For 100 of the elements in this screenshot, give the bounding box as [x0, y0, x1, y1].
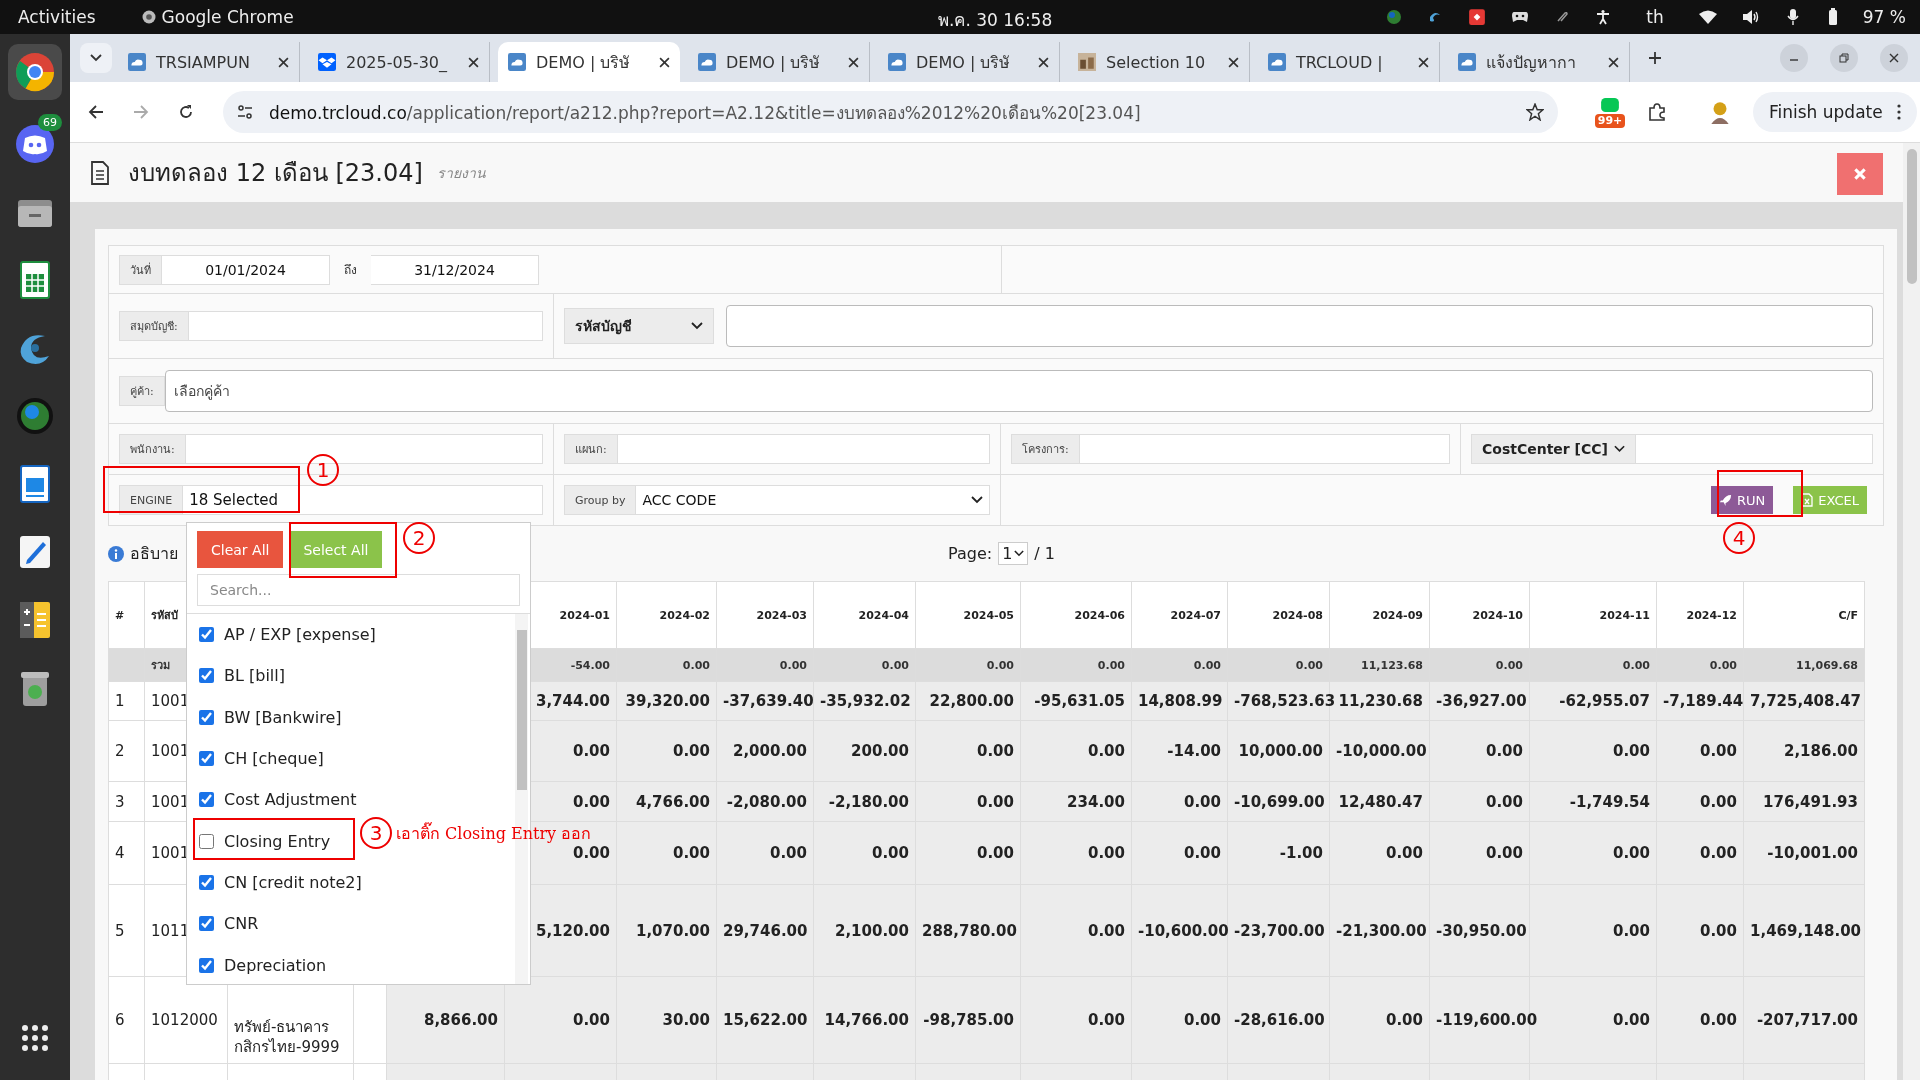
- table-cell: 0.00: [1613, 742, 1650, 760]
- table-cell: 0.00: [1184, 792, 1221, 811]
- engine-select[interactable]: 18 Selected: [183, 485, 543, 515]
- option-label[interactable]: Cost Adjustment: [224, 790, 357, 810]
- browser-tab[interactable]: แจ้งปัญหากา: [1448, 42, 1630, 82]
- browser-tab[interactable]: DEMO | บริษั: [878, 42, 1060, 82]
- option-label[interactable]: CNR: [224, 914, 259, 934]
- checkbox[interactable]: [199, 957, 214, 973]
- browser-tab[interactable]: TRCLOUD |: [1258, 42, 1440, 82]
- run-button[interactable]: RUN: [1711, 486, 1774, 514]
- option-label[interactable]: Closing Entry: [224, 831, 331, 851]
- restore-button[interactable]: [1830, 44, 1858, 72]
- close-icon[interactable]: [1608, 56, 1619, 68]
- cost-center-select[interactable]: CostCenter [CC]: [1471, 434, 1636, 464]
- battery-level[interactable]: 97 %: [1862, 7, 1906, 27]
- table-cell: 1011: [151, 921, 190, 940]
- app-icon[interactable]: [1468, 8, 1487, 26]
- chat-app-icon[interactable]: [15, 124, 55, 164]
- bookmark-star-icon[interactable]: [1526, 103, 1544, 121]
- table-cell: -95,631.05: [1034, 692, 1125, 710]
- close-icon[interactable]: [1418, 56, 1429, 68]
- legend-link[interactable]: อธิบาย: [130, 541, 178, 566]
- wifi-icon[interactable]: [1698, 10, 1717, 24]
- volume-icon[interactable]: [1741, 9, 1760, 25]
- table-cell: 0.00: [986, 658, 1014, 672]
- table-cell: 39,320.00: [625, 692, 710, 710]
- option-label[interactable]: BL [bill]: [224, 666, 285, 686]
- browser-tab[interactable]: TRSIAMPUN: [118, 42, 300, 82]
- more-icon[interactable]: [1896, 104, 1901, 120]
- account-field[interactable]: [726, 305, 1873, 347]
- cloud-icon: [128, 53, 146, 71]
- group-by-select[interactable]: ACC CODE: [636, 485, 990, 515]
- tab-search-button[interactable]: [80, 43, 112, 73]
- date-field[interactable]: 01/01/2024: [162, 254, 330, 285]
- close-button[interactable]: [1880, 44, 1908, 72]
- clock[interactable]: พ.ค. 30 16:58: [938, 6, 1053, 33]
- option-label[interactable]: CN [credit note2]: [224, 872, 362, 892]
- finish-update-button[interactable]: Finish update: [1753, 92, 1917, 132]
- gamepad-icon[interactable]: [1511, 10, 1530, 24]
- site-settings-icon[interactable]: [237, 104, 253, 120]
- department-field[interactable]: [617, 434, 990, 464]
- close-button[interactable]: [1837, 153, 1883, 195]
- table-cell: -7,189.44: [1663, 692, 1744, 710]
- address-bar[interactable]: demo.trcloud.co/application/report/a212.php?report=A2.12&title=งบทดลอง%2012%20เดือน%20[23.04]: [223, 91, 1558, 133]
- option-label[interactable]: CH [cheque]: [224, 749, 324, 769]
- globe-icon[interactable]: [1386, 9, 1403, 25]
- column-header: C/F: [1838, 608, 1858, 622]
- page-select[interactable]: 1: [998, 542, 1029, 565]
- checkbox[interactable]: [199, 751, 214, 767]
- close-icon[interactable]: [1228, 56, 1239, 68]
- close-icon[interactable]: [848, 56, 859, 68]
- checkbox[interactable]: [199, 792, 214, 808]
- project-field[interactable]: [1079, 434, 1450, 464]
- page-label: Page:: [948, 544, 993, 563]
- browser-tab[interactable]: Selection 10: [1068, 42, 1250, 82]
- ledger-field[interactable]: [188, 311, 543, 341]
- partner-field[interactable]: เลือกคู่ค้า: [164, 370, 1873, 412]
- date-field[interactable]: 31/12/2024: [371, 254, 539, 285]
- close-icon[interactable]: [468, 56, 479, 68]
- table-cell: 0.00: [1486, 742, 1523, 760]
- option-label[interactable]: AP / EXP [expense]: [224, 625, 376, 645]
- close-icon[interactable]: [659, 56, 670, 68]
- table-cell: -54.00: [570, 658, 610, 672]
- accessibility-icon[interactable]: [1595, 9, 1612, 25]
- column-header: 2024-08: [1272, 608, 1323, 622]
- checkbox[interactable]: [199, 627, 214, 643]
- battery-icon[interactable]: [1827, 8, 1838, 26]
- browser-tab[interactable]: DEMO | บริษั: [498, 42, 680, 82]
- app-name[interactable]: Google Chrome: [161, 7, 294, 27]
- employee-field[interactable]: [185, 434, 543, 464]
- new-tab-button[interactable]: [1648, 51, 1662, 65]
- checkbox[interactable]: [199, 916, 214, 932]
- checkbox[interactable]: [199, 833, 214, 849]
- checkbox[interactable]: [199, 668, 214, 684]
- table-cell: 0.00: [1184, 844, 1221, 862]
- close-icon[interactable]: [1038, 56, 1049, 68]
- option-label[interactable]: Depreciation: [224, 955, 327, 975]
- extensions-icon[interactable]: [1647, 102, 1667, 122]
- option-label[interactable]: BW [Bankwire]: [224, 707, 342, 727]
- clear-all-button[interactable]: Clear All: [197, 531, 284, 568]
- app-grid-icon[interactable]: [20, 1023, 50, 1053]
- checkbox[interactable]: [199, 874, 214, 890]
- table-cell: 0.00: [977, 844, 1014, 862]
- table-cell: 1,469,148.00: [1750, 921, 1862, 940]
- globe-icon[interactable]: [15, 396, 55, 436]
- activities-button[interactable]: Activities: [18, 7, 96, 27]
- account-select[interactable]: รหัสบัญชี: [564, 308, 714, 344]
- back-button[interactable]: [88, 104, 104, 120]
- table-cell: 0.00: [1486, 792, 1523, 811]
- search-field[interactable]: Search...: [197, 574, 520, 606]
- close-icon[interactable]: [278, 56, 289, 68]
- checkbox[interactable]: [199, 709, 214, 725]
- table-cell: -23,700.00: [1234, 921, 1325, 940]
- reload-button[interactable]: [178, 104, 194, 120]
- chevron-down-icon: [1613, 445, 1625, 453]
- browser-tab[interactable]: 2025-05-30_: [308, 42, 490, 82]
- cost-center-field[interactable]: [1636, 434, 1873, 464]
- scrollbar[interactable]: [1903, 143, 1920, 1080]
- browser-tab[interactable]: DEMO | บริษั: [688, 42, 870, 82]
- language-indicator[interactable]: th: [1646, 7, 1664, 27]
